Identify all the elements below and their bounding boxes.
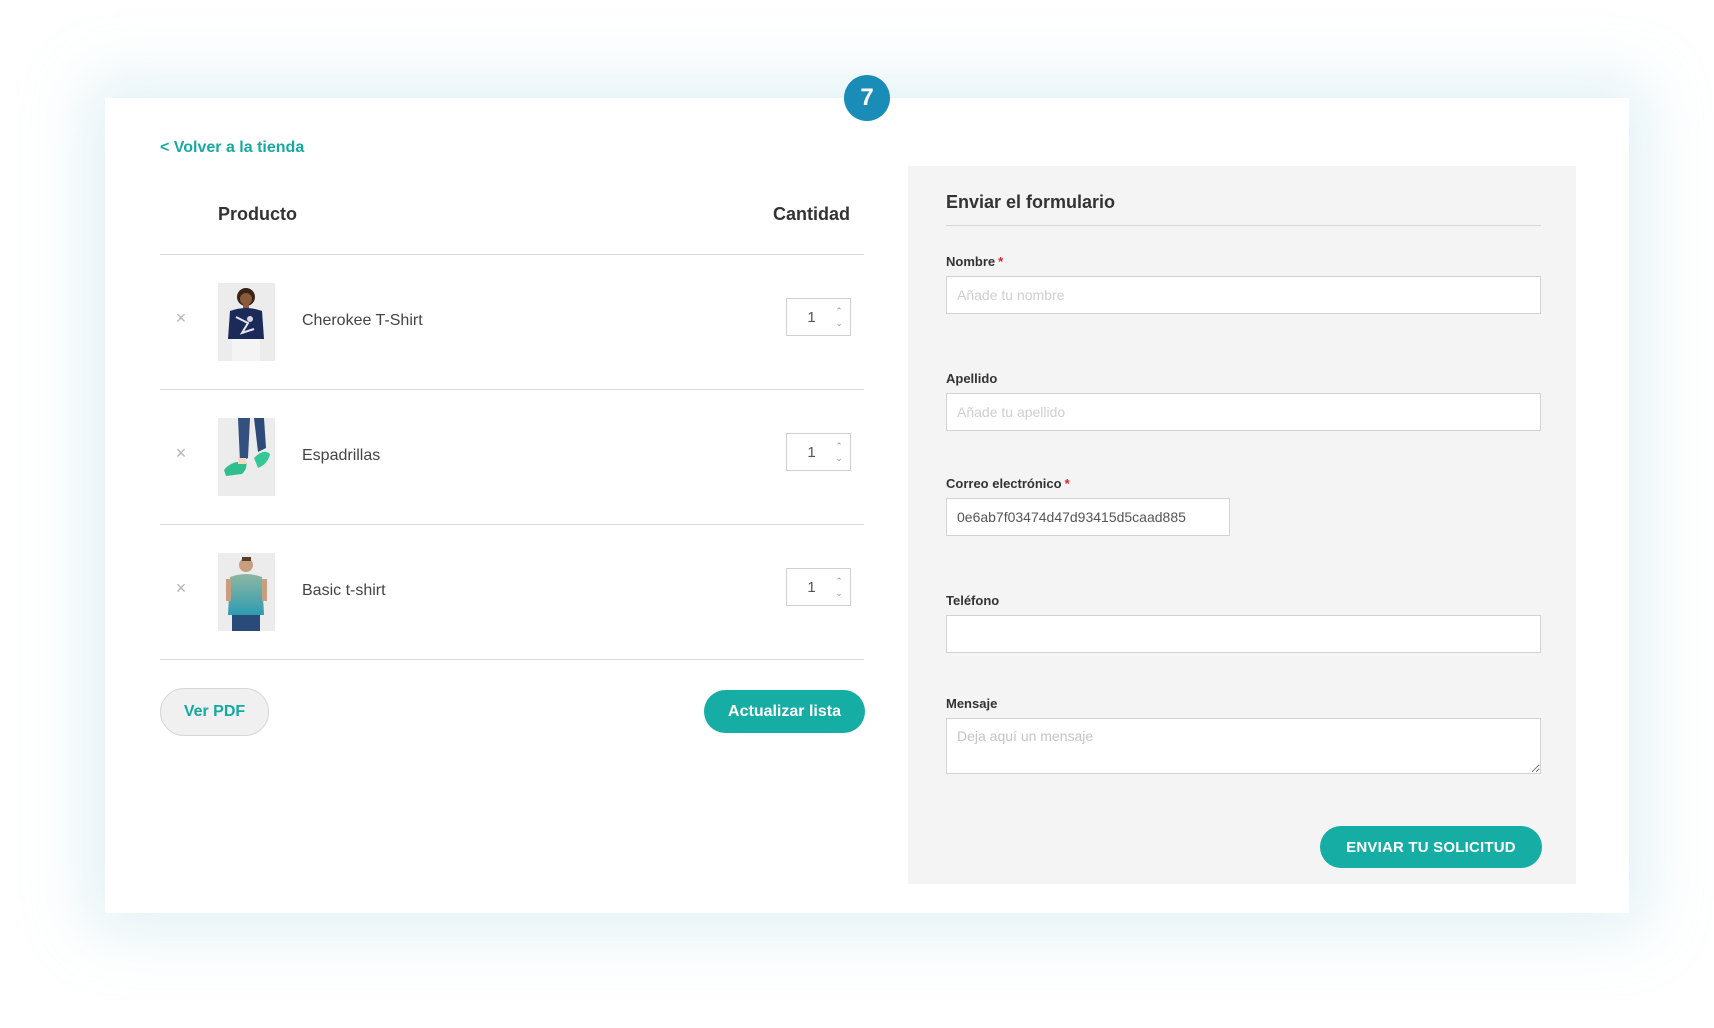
email-label: Correo electrónico * — [946, 476, 1070, 491]
email-label-text: Correo electrónico — [946, 476, 1062, 491]
spinner-arrows-icon[interactable]: ⌃ ⌄ — [828, 575, 850, 599]
cart-row: × Cherokee T-Shirt 1 ⌃ ⌄ — [160, 255, 864, 390]
quantity-stepper[interactable]: 1 ⌃ ⌄ — [786, 433, 851, 471]
quantity-value[interactable]: 1 — [787, 444, 828, 461]
form-title-divider — [946, 225, 1541, 226]
cart-header: Producto Cantidad — [160, 178, 864, 255]
form-title: Enviar el formulario — [946, 192, 1116, 212]
remove-item-icon[interactable]: × — [174, 579, 188, 597]
product-name[interactable]: Basic t-shirt — [302, 582, 386, 600]
quantity-stepper[interactable]: 1 ⌃ ⌄ — [786, 298, 851, 336]
spinner-arrows-icon[interactable]: ⌃ ⌄ — [828, 440, 850, 464]
mensaje-label: Mensaje — [946, 696, 998, 711]
remove-item-icon[interactable]: × — [174, 309, 188, 327]
submit-request-button[interactable]: ENVIAR TU SOLICITUD — [1320, 826, 1542, 868]
quantity-stepper[interactable]: 1 ⌃ ⌄ — [786, 568, 851, 606]
back-to-shop-link[interactable]: < Volver a la tienda — [160, 139, 304, 157]
nombre-field[interactable] — [946, 276, 1541, 314]
quote-cart-card: < Volver a la tienda Producto Cantidad × — [105, 98, 1629, 913]
required-marker: * — [998, 254, 1004, 269]
apellido-field[interactable] — [946, 393, 1541, 431]
product-name[interactable]: Espadrillas — [302, 447, 380, 465]
cart-row: × Espadrillas 1 ⌃ ⌄ — [160, 390, 864, 525]
mensaje-textarea[interactable] — [946, 718, 1541, 774]
step-number-badge: 7 — [844, 75, 890, 121]
nombre-label-text: Nombre — [946, 254, 996, 269]
quantity-value[interactable]: 1 — [787, 309, 828, 326]
product-column-header: Producto — [218, 204, 297, 224]
remove-item-icon[interactable]: × — [174, 444, 188, 462]
apellido-label: Apellido — [946, 371, 998, 386]
product-thumbnail[interactable] — [218, 553, 275, 631]
spinner-arrows-icon[interactable]: ⌃ ⌄ — [828, 305, 850, 329]
telefono-field[interactable] — [946, 615, 1541, 653]
request-form-panel: Enviar el formulario Nombre* Apellido Co… — [908, 166, 1576, 884]
required-marker: * — [1064, 476, 1070, 491]
email-field[interactable] — [946, 498, 1230, 536]
cart-table: Producto Cantidad × Cherokee T-Shirt 1 ⌃… — [160, 178, 864, 660]
page: 7 < Volver a la tienda Producto Cantidad… — [0, 0, 1714, 1028]
product-thumbnail[interactable] — [218, 418, 275, 496]
quantity-value[interactable]: 1 — [787, 579, 828, 596]
view-pdf-button[interactable]: Ver PDF — [160, 688, 269, 736]
quantity-column-header: Cantidad — [772, 204, 850, 224]
product-thumbnail[interactable] — [218, 283, 275, 361]
product-name[interactable]: Cherokee T-Shirt — [302, 312, 423, 330]
telefono-label: Teléfono — [946, 593, 1000, 608]
update-list-button[interactable]: Actualizar lista — [704, 690, 865, 733]
nombre-label: Nombre * — [946, 254, 1003, 269]
cart-row: × Basic t-shirt 1 ⌃ ⌄ — [160, 525, 864, 660]
